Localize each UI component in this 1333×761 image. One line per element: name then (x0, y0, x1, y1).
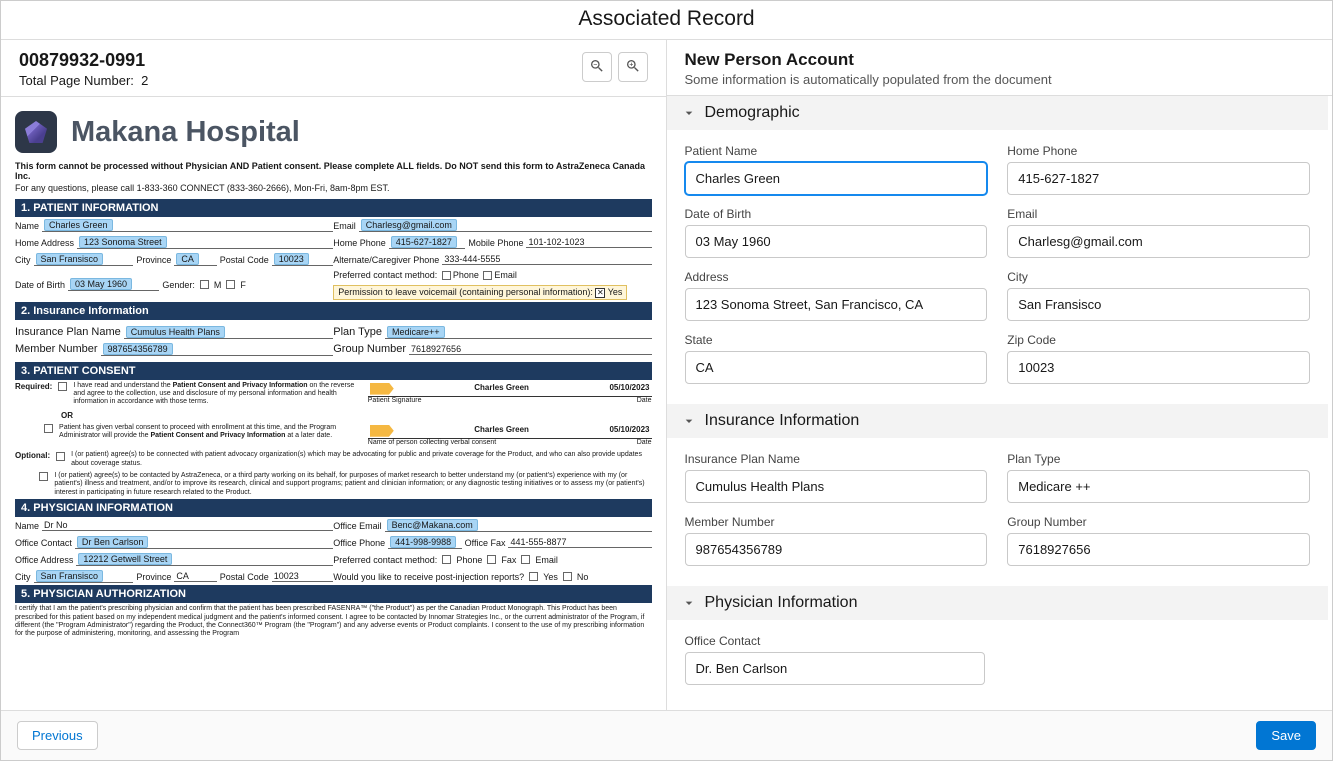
doc-postal: 10023 (274, 253, 309, 265)
label-zip: Zip Code (1007, 333, 1310, 347)
doc-province: CA (176, 253, 199, 265)
document-page: Makana Hospital This form cannot be proc… (15, 111, 652, 641)
page-number: Total Page Number: 2 (19, 73, 148, 88)
input-dob[interactable] (685, 225, 988, 258)
input-plan-type[interactable] (1007, 470, 1310, 503)
right-panel: New Person Account Some information is a… (667, 40, 1333, 710)
chevron-down-icon (681, 595, 697, 611)
main-split: 00879932-0991 Total Page Number: 2 (1, 40, 1332, 710)
zoom-controls (582, 52, 648, 82)
doc-member: 987654356789 (103, 343, 173, 355)
checkbox-opt-2 (39, 472, 48, 481)
checkbox-gender-m (200, 280, 209, 289)
modal-title: Associated Record (1, 1, 1332, 40)
section-authorization: 5. PHYSICIAN AUTHORIZATION (15, 585, 652, 603)
section-consent: 3. PATIENT CONSENT (15, 362, 652, 380)
section-insurance: 2. Insurance Information (15, 302, 652, 320)
doc-patient-name: Charles Green (44, 219, 113, 231)
input-group[interactable] (1007, 533, 1310, 566)
doc-mobile: 101-102-1023 (526, 237, 651, 248)
doc-office-phone: 441-998-9988 (390, 536, 456, 548)
doc-note-1: This form cannot be processed without Ph… (15, 161, 652, 181)
doc-city: San Fransisco (36, 253, 104, 265)
hospital-name: Makana Hospital (71, 116, 300, 149)
input-home-phone[interactable] (1007, 162, 1310, 195)
label-ins-plan: Insurance Plan Name (685, 452, 988, 466)
input-zip[interactable] (1007, 351, 1310, 384)
chevron-down-icon (681, 413, 697, 429)
modal-container: Associated Record 00879932-0991 Total Pa… (0, 0, 1333, 761)
section-physician: 4. PHYSICIAN INFORMATION (15, 499, 652, 517)
document-viewport[interactable]: Makana Hospital This form cannot be proc… (1, 97, 666, 710)
doc-dob: 03 May 1960 (70, 278, 132, 290)
doc-home-phone: 415-627-1827 (391, 236, 457, 248)
checkbox-voicemail-yes: ✕ (595, 288, 605, 298)
accordion-demographic[interactable]: Demographic (667, 96, 1329, 130)
label-state: State (685, 333, 988, 347)
section-patient-info: 1. PATIENT INFORMATION (15, 199, 652, 217)
arrow-icon (370, 383, 394, 395)
label-home-phone: Home Phone (1007, 144, 1310, 158)
doc-group: 7618927656 (409, 344, 651, 355)
label-office-contact: Office Contact (685, 634, 985, 648)
doc-plan-type: Medicare++ (387, 326, 445, 338)
input-state[interactable] (685, 351, 988, 384)
label-group: Group Number (1007, 515, 1310, 529)
form-scroll[interactable]: Demographic Patient Name Home Phone Date… (667, 96, 1333, 710)
doc-alt-phone: 333-444-5555 (442, 254, 651, 265)
arrow-icon (370, 425, 394, 437)
doc-note-2: For any questions, please call 1-833-360… (15, 183, 652, 193)
right-title: New Person Account (685, 50, 1315, 70)
zoom-out-icon (589, 58, 605, 77)
checkbox-consent-1 (58, 382, 67, 391)
label-patient-name: Patient Name (685, 144, 988, 158)
doc-home-address: 123 Sonoma Street (79, 236, 167, 248)
right-subtitle: Some information is automatically popula… (685, 72, 1315, 87)
doc-phys-city: San Fransisco (36, 570, 104, 582)
input-ins-plan[interactable] (685, 470, 988, 503)
chevron-down-icon (681, 105, 697, 121)
label-plan-type: Plan Type (1007, 452, 1310, 466)
save-button[interactable]: Save (1256, 721, 1316, 750)
checkbox-consent-2 (44, 424, 53, 433)
doc-office-email: Benc@Makana.com (387, 519, 478, 531)
auth-text: I certify that I am the patient's prescr… (15, 603, 652, 641)
zoom-in-button[interactable] (618, 52, 648, 82)
input-email[interactable] (1007, 225, 1310, 258)
checkbox-opt-1 (56, 452, 65, 461)
doc-plan: Cumulus Health Plans (126, 326, 225, 338)
zoom-out-button[interactable] (582, 52, 612, 82)
input-member[interactable] (685, 533, 988, 566)
zoom-in-icon (625, 58, 641, 77)
document-id: 00879932-0991 (19, 50, 148, 71)
left-header: 00879932-0991 Total Page Number: 2 (1, 40, 666, 97)
checkbox-phone (442, 271, 451, 280)
checkbox-gender-f (226, 280, 235, 289)
previous-button[interactable]: Previous (17, 721, 98, 750)
input-city[interactable] (1007, 288, 1310, 321)
right-header: New Person Account Some information is a… (667, 40, 1333, 96)
doc-office-contact: Dr Ben Carlson (77, 536, 149, 548)
input-office-contact[interactable] (685, 652, 985, 685)
label-dob: Date of Birth (685, 207, 988, 221)
label-email: Email (1007, 207, 1310, 221)
doc-office-fax: 441-555-8877 (508, 537, 651, 548)
footer: Previous Save (1, 710, 1332, 760)
doc-patient-email: Charlesg@gmail.com (361, 219, 457, 231)
accordion-insurance[interactable]: Insurance Information (667, 404, 1329, 438)
hospital-logo-icon (15, 111, 57, 153)
accordion-physician[interactable]: Physician Information (667, 586, 1329, 620)
input-address[interactable] (685, 288, 988, 321)
label-address: Address (685, 270, 988, 284)
doc-phys-name: Dr No (42, 520, 333, 531)
input-patient-name[interactable] (685, 162, 988, 195)
checkbox-email (483, 271, 492, 280)
doc-office-addr: 12212 Getwell Street (78, 553, 172, 565)
label-city: City (1007, 270, 1310, 284)
label-member: Member Number (685, 515, 988, 529)
left-panel: 00879932-0991 Total Page Number: 2 (1, 40, 667, 710)
